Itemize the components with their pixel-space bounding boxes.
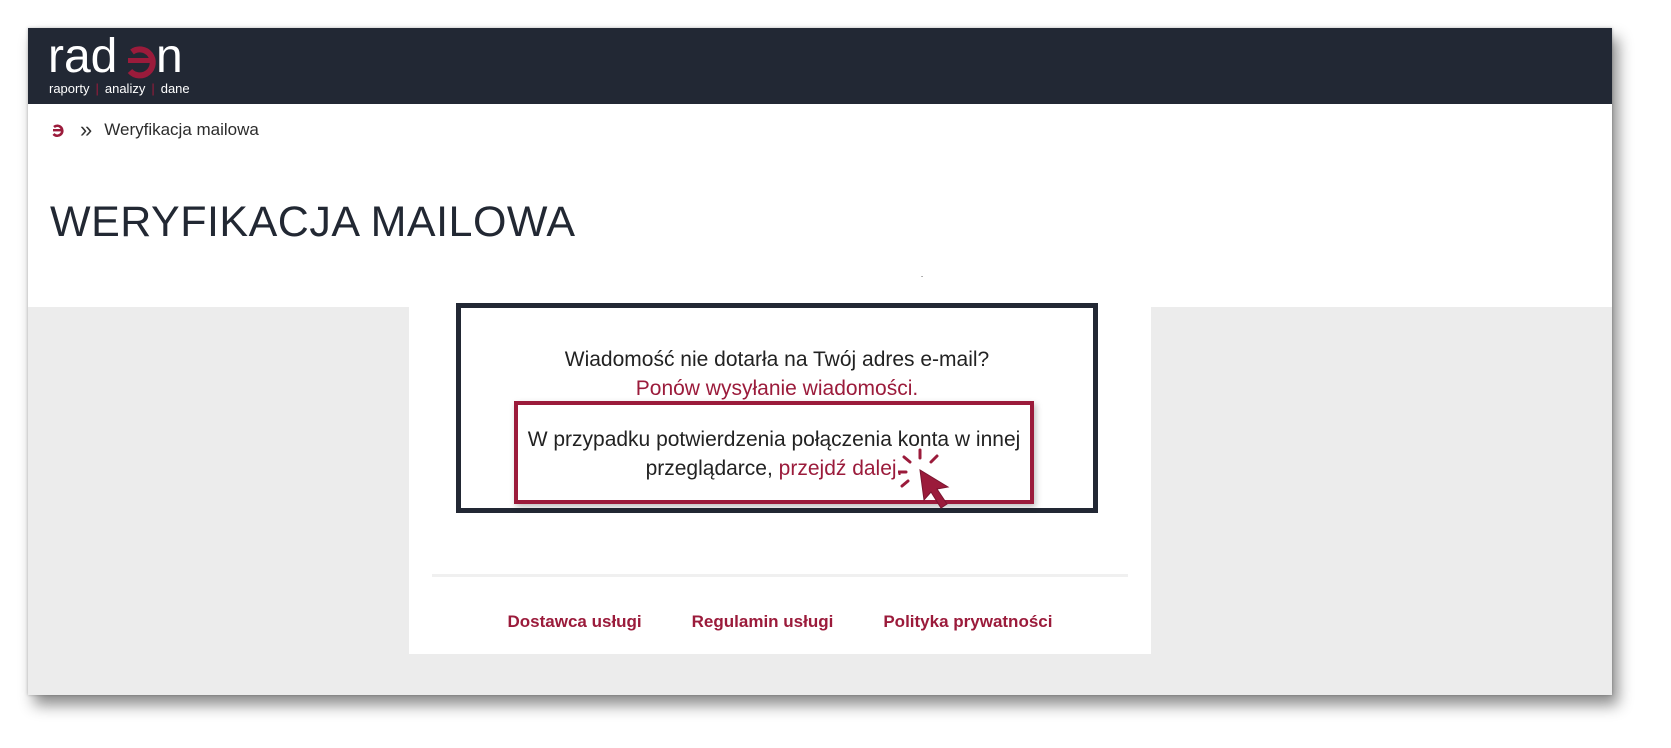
tagline-separator: | bbox=[151, 81, 155, 96]
breadcrumb-separator: » bbox=[80, 117, 93, 142]
proceed-link[interactable]: przejdź dalej bbox=[779, 457, 897, 480]
breadcrumb: » Weryfikacja mailowa bbox=[50, 118, 259, 142]
resend-message-link[interactable]: Ponów wysyłanie wiadomości bbox=[636, 377, 913, 400]
breadcrumb-current: Weryfikacja mailowa bbox=[104, 120, 259, 139]
page-title: WERYFIKACJA MAILOWA bbox=[50, 198, 576, 246]
footer-links: Dostawca usługi Regulamin usługi Polityk… bbox=[409, 612, 1151, 632]
footer-link-terms[interactable]: Regulamin usługi bbox=[692, 612, 834, 632]
svg-text:rad: rad bbox=[48, 34, 117, 83]
top-navigation-bar: rad n raporty | analizy | dane bbox=[28, 28, 1612, 104]
tagline-analizy: analizy bbox=[104, 81, 146, 96]
footer-link-service-provider[interactable]: Dostawca usługi bbox=[508, 612, 642, 632]
notice-box: Wiadomość nie dotarła na Twój adres e-ma… bbox=[456, 303, 1098, 513]
tagline-separator: | bbox=[95, 81, 99, 96]
svg-text:n: n bbox=[156, 34, 183, 83]
radon-e-icon[interactable] bbox=[50, 122, 66, 138]
verification-card: Wiadomość nie dotarła na Twój adres e-ma… bbox=[409, 277, 1151, 654]
radon-logo-mark: rad n bbox=[48, 34, 183, 83]
resend-link-suffix: . bbox=[912, 377, 919, 400]
browser-screenshot-frame: rad n raporty | analizy | dane » Weryfikacja… bbox=[28, 28, 1612, 695]
logo-tagline: raporty | analizy | dane bbox=[49, 81, 190, 96]
notice-question: Wiadomość nie dotarła na Twój adres e-ma… bbox=[564, 348, 990, 371]
click-hand-cursor-icon bbox=[898, 448, 950, 509]
resend-line: Ponów wysyłanie wiadomości. bbox=[461, 377, 1093, 401]
tagline-dane: dane bbox=[160, 81, 190, 96]
radon-logo[interactable]: rad n raporty | analizy | dane bbox=[48, 34, 208, 100]
tagline-raporty: raporty bbox=[49, 81, 90, 96]
footer-divider bbox=[432, 574, 1128, 577]
footer-link-privacy[interactable]: Polityka prywatności bbox=[883, 612, 1052, 632]
